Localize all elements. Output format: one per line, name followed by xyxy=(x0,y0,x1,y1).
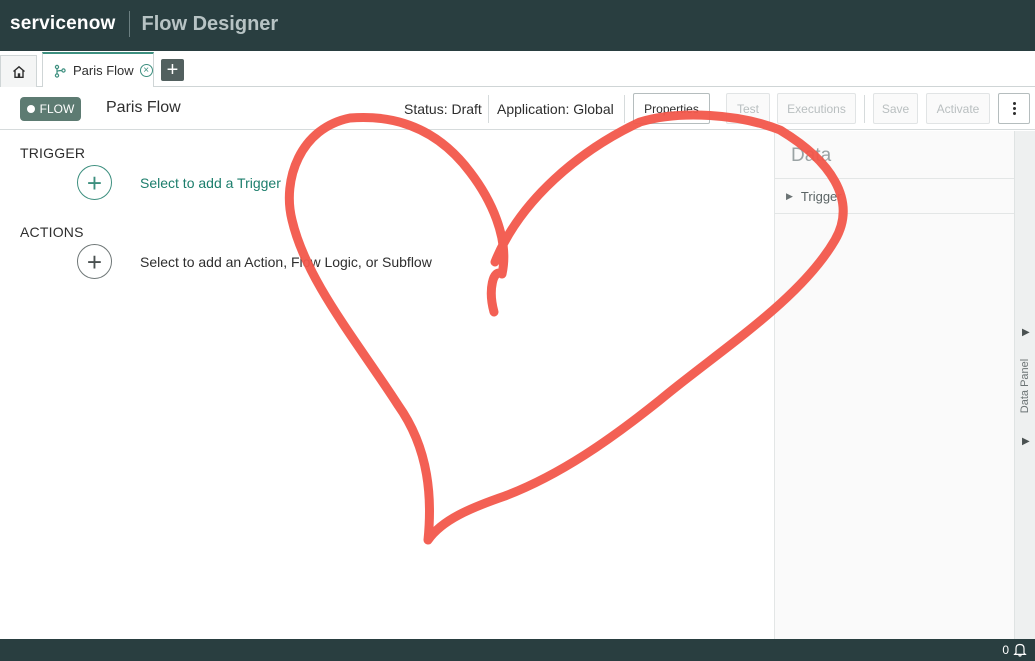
bell-icon[interactable] xyxy=(1013,642,1027,657)
add-trigger-link[interactable]: Select to add a Trigger xyxy=(140,175,281,191)
tab-home[interactable] xyxy=(0,55,37,87)
flow-branch-icon xyxy=(54,64,66,78)
app-header: servicenow Flow Designer xyxy=(0,0,1035,48)
data-panel-rail[interactable]: ▶ Data Panel ▶ xyxy=(1014,131,1035,639)
divider xyxy=(624,95,625,123)
divider xyxy=(488,95,489,123)
add-tab-button[interactable]: + xyxy=(161,59,184,81)
flow-badge-label: FLOW xyxy=(39,102,75,116)
save-button[interactable]: Save xyxy=(873,93,918,124)
flow-type-badge: FLOW xyxy=(20,97,81,121)
expand-triangle-icon[interactable]: ▶ xyxy=(786,191,793,202)
flow-application: Application: Global xyxy=(497,101,614,117)
tab-paris-flow[interactable]: Paris Flow × xyxy=(42,52,154,87)
servicenow-logo[interactable]: servicenow xyxy=(10,13,116,35)
more-dot xyxy=(1012,102,1016,105)
status-dot-icon xyxy=(26,105,35,113)
data-panel-row-trigger[interactable]: ▶ Trigger xyxy=(775,178,1015,214)
tab-label: Paris Flow xyxy=(73,63,134,78)
notification-count: 0 xyxy=(1002,643,1009,657)
data-panel-title: Data xyxy=(791,145,832,166)
add-action-link[interactable]: Select to add an Action, Flow Logic, or … xyxy=(140,254,432,270)
data-panel-rail-label: Data Panel xyxy=(1019,358,1031,414)
tab-strip: Paris Flow × + xyxy=(0,48,1035,87)
home-icon xyxy=(12,65,25,78)
data-panel-row-label: Trigger xyxy=(800,188,842,204)
flow-status: Status: Draft xyxy=(404,101,482,117)
heart-stroke xyxy=(284,110,848,545)
executions-button[interactable]: Executions xyxy=(777,93,856,124)
close-tab-icon[interactable]: × xyxy=(139,64,153,77)
more-options-button[interactable] xyxy=(998,93,1030,124)
activate-button[interactable]: Activate xyxy=(926,93,990,124)
test-button[interactable]: Test xyxy=(726,93,770,124)
trigger-section-title: TRIGGER xyxy=(20,145,86,161)
header-divider xyxy=(128,11,130,37)
collapse-arrow-icon[interactable]: ▶ xyxy=(1022,436,1030,447)
more-dot xyxy=(1012,112,1016,115)
divider xyxy=(864,95,865,123)
add-action-plus-icon[interactable]: + xyxy=(77,244,112,279)
collapse-arrow-icon[interactable]: ▶ xyxy=(1022,327,1030,338)
footer-bar: 0 xyxy=(0,639,1035,661)
data-panel: Data ▶ Trigger xyxy=(774,131,1015,639)
actions-section-title: ACTIONS xyxy=(20,224,84,240)
flow-header: FLOW Paris Flow Status: Draft Applicatio… xyxy=(0,87,1035,130)
properties-button[interactable]: Properties xyxy=(633,93,710,124)
flow-name: Paris Flow xyxy=(106,99,181,116)
more-dot xyxy=(1012,107,1016,110)
add-trigger-plus-icon[interactable]: + xyxy=(77,165,112,200)
app-title: Flow Designer xyxy=(141,12,279,35)
